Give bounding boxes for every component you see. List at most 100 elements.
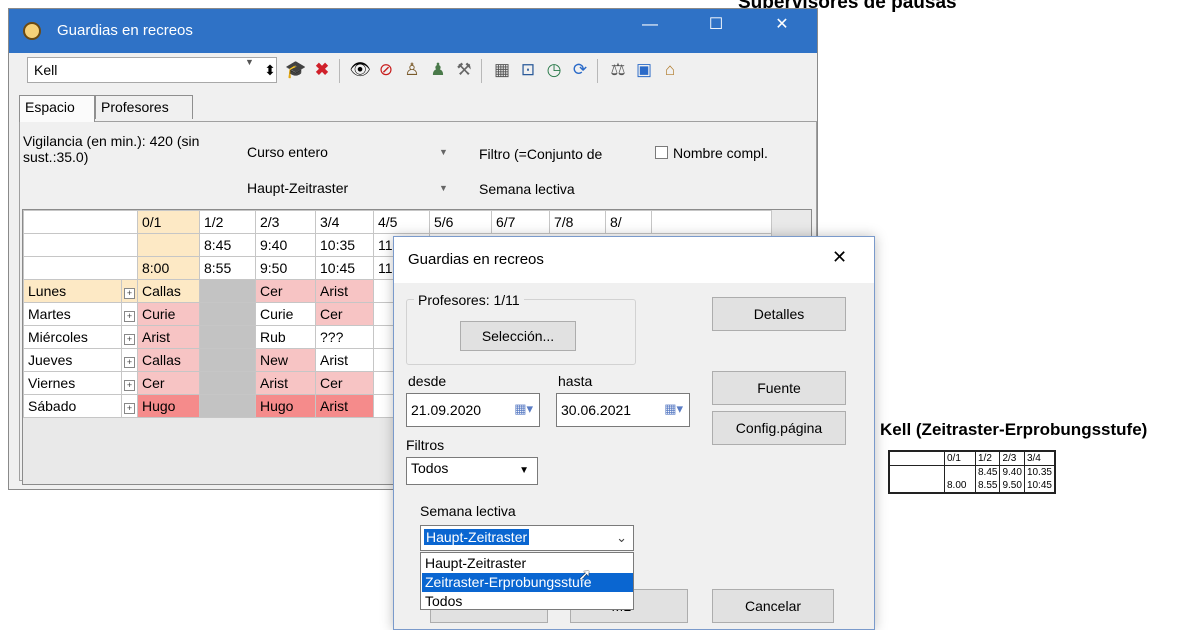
period-header: 7/8 bbox=[549, 210, 606, 234]
semana-lectiva-value: Haupt-Zeitraster bbox=[424, 529, 530, 545]
toolbar-separator bbox=[481, 59, 482, 83]
preview-cell bbox=[888, 465, 945, 494]
option-zeitraster-erprobungsstufe[interactable]: Zeitraster-Erprobungsstufe bbox=[422, 573, 633, 592]
preview-cell bbox=[888, 450, 945, 466]
expand-icon[interactable]: + bbox=[121, 394, 138, 418]
chevron-down-icon[interactable]: ▼ bbox=[519, 465, 529, 476]
minimize-button[interactable]: — bbox=[627, 9, 673, 41]
graduation-cap-icon[interactable]: 🎓 bbox=[285, 59, 307, 81]
grid-cell[interactable]: Arist bbox=[255, 371, 316, 395]
day-label: Viernes bbox=[23, 371, 122, 395]
grid-cell[interactable]: Callas bbox=[137, 279, 200, 303]
calendar-icon[interactable]: ▦▾ bbox=[664, 401, 683, 417]
fuente-button[interactable]: Fuente bbox=[712, 371, 846, 405]
people-icon[interactable]: ♙ bbox=[401, 59, 423, 81]
config-pagina-button[interactable]: Config.página bbox=[712, 411, 846, 445]
chevron-down-icon[interactable]: ▼ bbox=[439, 183, 448, 193]
calendar-icon[interactable]: ▦▾ bbox=[514, 401, 533, 417]
main-titlebar[interactable]: Guardias en recreos — ☐ ✕ bbox=[9, 9, 817, 53]
grid-cell[interactable]: Curie bbox=[137, 302, 200, 326]
preview-cell: 9.40 bbox=[999, 465, 1025, 479]
expand-icon[interactable]: + bbox=[121, 371, 138, 395]
grid-cell[interactable]: Rub bbox=[255, 325, 316, 349]
tools-icon[interactable]: ⚒ bbox=[453, 59, 475, 81]
refresh-icon[interactable]: ⟳ bbox=[569, 59, 591, 81]
time-start: 8:45 bbox=[199, 233, 256, 257]
grid-cell[interactable]: Arist bbox=[137, 325, 200, 349]
cancelar-button[interactable]: Cancelar bbox=[712, 589, 834, 623]
preview-cell: 8.00 bbox=[944, 479, 976, 494]
clock-icon[interactable]: ◷ bbox=[543, 59, 565, 81]
zeitraster-select[interactable]: Haupt-Zeitraster bbox=[247, 180, 348, 196]
day-label: Sábado bbox=[23, 394, 122, 418]
grid-cell[interactable]: Cer bbox=[137, 371, 200, 395]
grid-cell[interactable]: Cer bbox=[315, 371, 374, 395]
close-icon[interactable]: ✕ bbox=[832, 247, 847, 268]
toolbar: Kell ▼ ⬍ 🎓 ✖ 👁 ⊘ ♙ ♟ ⚒ ▦ ⊡ ◷ ⟳ ⚖ ▣ ⌂ bbox=[9, 53, 817, 89]
grid-cell[interactable]: Hugo bbox=[137, 394, 200, 418]
detalles-button[interactable]: Detalles bbox=[712, 297, 846, 331]
option-todos[interactable]: Todos bbox=[422, 592, 633, 611]
filtros-select[interactable]: Todos ▼ bbox=[406, 457, 538, 485]
nombre-compl-label: Nombre compl. bbox=[673, 145, 768, 161]
chevron-down-icon[interactable]: ⌄ bbox=[616, 530, 627, 546]
hasta-date-field[interactable]: 30.06.2021 ▦▾ bbox=[556, 393, 690, 427]
tab-profesores[interactable]: Profesores bbox=[95, 95, 193, 119]
profesores-label: Profesores: 1/11 bbox=[414, 292, 524, 308]
desde-label: desde bbox=[408, 373, 447, 389]
eye-hidden-icon[interactable]: ⊘ bbox=[375, 59, 397, 81]
dialog-titlebar[interactable]: Guardias en recreos ✕ bbox=[394, 237, 874, 283]
grid-cell[interactable]: Arist bbox=[315, 394, 374, 418]
people-config-icon[interactable]: ♟ bbox=[427, 59, 449, 81]
filtro-label: Filtro (=Conjunto de bbox=[479, 146, 603, 162]
grid-cell[interactable] bbox=[199, 325, 256, 349]
grid-cell[interactable]: Hugo bbox=[255, 394, 316, 418]
grid-cell[interactable] bbox=[199, 371, 256, 395]
grid-cell[interactable] bbox=[199, 302, 256, 326]
mouse-cursor-icon: ➚ bbox=[578, 567, 592, 584]
crop-icon[interactable]: ⊡ bbox=[517, 59, 539, 81]
chevron-down-icon[interactable]: ▼ bbox=[439, 147, 448, 157]
chevron-down-icon[interactable]: ▼ bbox=[245, 57, 254, 67]
eye-icon[interactable]: 👁 bbox=[349, 59, 371, 81]
grid-cell[interactable]: Arist bbox=[315, 279, 374, 303]
delete-icon[interactable]: ✖ bbox=[311, 59, 333, 81]
curso-select[interactable]: Curso entero bbox=[247, 144, 328, 160]
grid-cell[interactable] bbox=[199, 348, 256, 372]
period-header: 6/7 bbox=[491, 210, 550, 234]
expand-icon[interactable]: + bbox=[121, 348, 138, 372]
hasta-value: 30.06.2021 bbox=[561, 402, 632, 418]
grid-cell[interactable]: Callas bbox=[137, 348, 200, 372]
expand-icon[interactable]: + bbox=[121, 325, 138, 349]
seleccion-button[interactable]: Selección... bbox=[460, 321, 576, 351]
grid-cell[interactable]: Cer bbox=[315, 302, 374, 326]
semana-lectiva-select[interactable]: Haupt-Zeitraster ⌄ bbox=[420, 525, 634, 551]
grid-cell[interactable]: Arist bbox=[315, 348, 374, 372]
spin-icon[interactable]: ⬍ bbox=[259, 59, 281, 81]
grid-filler bbox=[651, 210, 772, 234]
close-button[interactable]: ✕ bbox=[759, 9, 805, 41]
balance-icon[interactable]: ⚖ bbox=[607, 59, 629, 81]
expand-icon[interactable]: + bbox=[121, 279, 138, 303]
teacher-combo[interactable]: Kell bbox=[27, 57, 277, 83]
grid-cell[interactable]: ??? bbox=[315, 325, 374, 349]
grid-cell[interactable]: New bbox=[255, 348, 316, 372]
period-header: 1/2 bbox=[199, 210, 256, 234]
grid-cell[interactable] bbox=[199, 279, 256, 303]
nombre-compl-checkbox[interactable] bbox=[655, 146, 668, 159]
maximize-button[interactable]: ☐ bbox=[693, 9, 739, 41]
calculator-icon[interactable]: ▦ bbox=[491, 59, 513, 81]
desde-date-field[interactable]: 21.09.2020 ▦▾ bbox=[406, 393, 540, 427]
preview-cell: 10.35 bbox=[1023, 465, 1056, 479]
tab-espacio[interactable]: Espacio bbox=[19, 95, 95, 122]
grid-cell[interactable]: Curie bbox=[255, 302, 316, 326]
grid-cell[interactable]: Cer bbox=[255, 279, 316, 303]
window-icon[interactable]: ▣ bbox=[633, 59, 655, 81]
hasta-label: hasta bbox=[558, 373, 593, 389]
grid-cell[interactable] bbox=[199, 394, 256, 418]
option-haupt-zeitraster[interactable]: Haupt-Zeitraster bbox=[422, 554, 633, 573]
preview-header: 3/4 bbox=[1023, 450, 1056, 466]
expand-icon[interactable]: + bbox=[121, 302, 138, 326]
teacher-portrait-icon[interactable]: ⌂ bbox=[659, 59, 681, 81]
preview-header: 2/3 bbox=[999, 450, 1025, 466]
